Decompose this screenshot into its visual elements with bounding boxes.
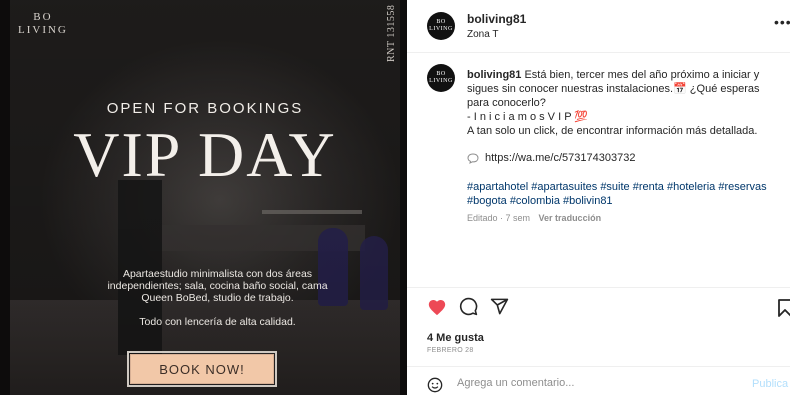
logo-line: BO xyxy=(33,11,53,23)
headline: OPEN FOR BOOKINGS xyxy=(106,100,304,117)
hashtags[interactable]: #apartahotel #apartasuites #suite #renta… xyxy=(467,180,782,208)
whatsapp-link[interactable]: https://wa.me/c/573174303732 xyxy=(485,152,635,164)
post-panel: BO LIVING boliving81 Zona T ••• BO LIVIN… xyxy=(407,0,790,395)
promo-description-2: Todo con lencería de alta calidad. xyxy=(139,316,296,328)
promo-title: VIP DAY xyxy=(73,119,337,190)
image-frame xyxy=(0,0,10,395)
avatar[interactable]: BO LIVING xyxy=(427,64,455,92)
chat-bubble-icon xyxy=(467,152,479,164)
post-meta: Editado · 7 sem Ver traducción xyxy=(467,213,601,223)
post-username[interactable]: boliving81 xyxy=(467,12,526,26)
post-date: FEBRERO 28 xyxy=(427,347,474,354)
like-count[interactable]: 4 Me gusta xyxy=(427,332,484,344)
post-image[interactable]: BO LIVING RNT 131558 OPEN FOR BOOKINGS V… xyxy=(0,0,407,395)
edited-timestamp: Editado · 7 sem xyxy=(467,213,531,223)
promo-description: Apartaestudio minimalista con dos áreas … xyxy=(107,268,328,304)
post-location[interactable]: Zona T xyxy=(467,29,499,40)
image-shade xyxy=(0,0,407,395)
send-icon[interactable] xyxy=(490,297,509,316)
comment-input[interactable] xyxy=(457,374,717,392)
divider xyxy=(407,52,790,53)
comment-bar: Publica xyxy=(407,372,790,395)
logo-line: LIVING xyxy=(18,24,68,36)
caption-line: A tan solo un click, de encontrar inform… xyxy=(467,125,758,137)
bookmark-icon[interactable] xyxy=(778,299,790,317)
divider xyxy=(407,366,790,367)
caption-line: - I n i c i a m o s V I P 💯 xyxy=(467,111,589,123)
post-caption: boliving81 Está bien, tercer mes del año… xyxy=(467,68,782,138)
heart-icon[interactable] xyxy=(427,298,447,316)
emoji-icon[interactable] xyxy=(427,377,443,393)
caption-username[interactable]: boliving81 xyxy=(467,69,521,81)
divider xyxy=(407,287,790,288)
publish-button[interactable]: Publica xyxy=(752,378,788,390)
image-frame xyxy=(400,0,407,395)
brand-logo: BO LIVING xyxy=(18,11,68,37)
translate-link[interactable]: Ver traducción xyxy=(539,213,602,223)
book-now-button: BOOK NOW! xyxy=(127,351,277,387)
avatar[interactable]: BO LIVING xyxy=(427,12,455,40)
caption-link-row[interactable]: https://wa.me/c/573174303732 xyxy=(467,152,635,164)
action-bar xyxy=(427,297,509,316)
more-options-icon[interactable]: ••• xyxy=(774,14,790,30)
comment-icon[interactable] xyxy=(459,297,478,316)
registration-number: RNT 131558 xyxy=(386,4,397,62)
